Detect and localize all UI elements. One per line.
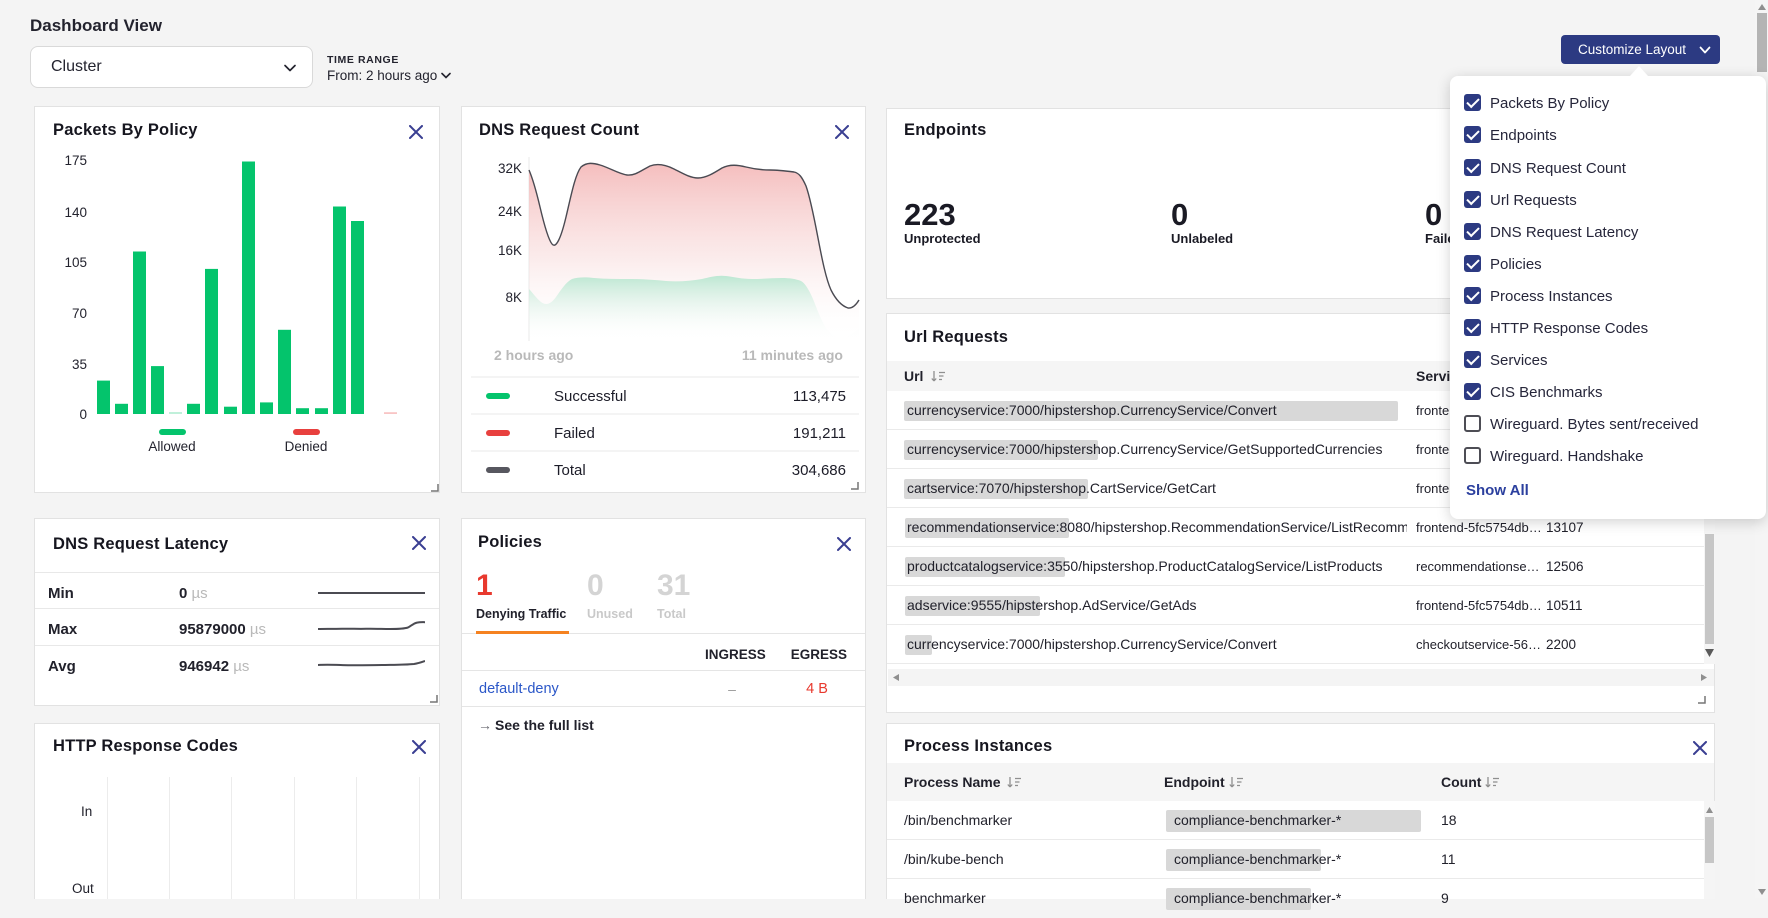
svg-text:70: 70 <box>72 306 87 321</box>
svg-text:140: 140 <box>64 205 87 220</box>
svg-text:304,686: 304,686 <box>792 462 846 479</box>
svg-text:Denied: Denied <box>285 439 328 454</box>
svg-text:191,211: 191,211 <box>793 425 846 442</box>
svg-text:2 hours ago: 2 hours ago <box>494 347 573 363</box>
svg-text:35: 35 <box>72 357 87 372</box>
svg-text:175: 175 <box>64 153 87 168</box>
svg-text:113,475: 113,475 <box>793 388 846 405</box>
svg-text:Allowed: Allowed <box>148 439 195 454</box>
svg-text:32K: 32K <box>498 161 522 176</box>
svg-text:0: 0 <box>79 407 87 422</box>
svg-text:16K: 16K <box>498 243 522 258</box>
svg-text:Failed: Failed <box>554 425 595 442</box>
svg-text:Total: Total <box>554 462 586 479</box>
svg-text:Successful: Successful <box>554 388 627 405</box>
svg-text:105: 105 <box>64 255 87 270</box>
svg-text:11 minutes ago: 11 minutes ago <box>742 347 843 363</box>
svg-text:8K: 8K <box>505 290 522 305</box>
svg-text:24K: 24K <box>498 204 522 219</box>
